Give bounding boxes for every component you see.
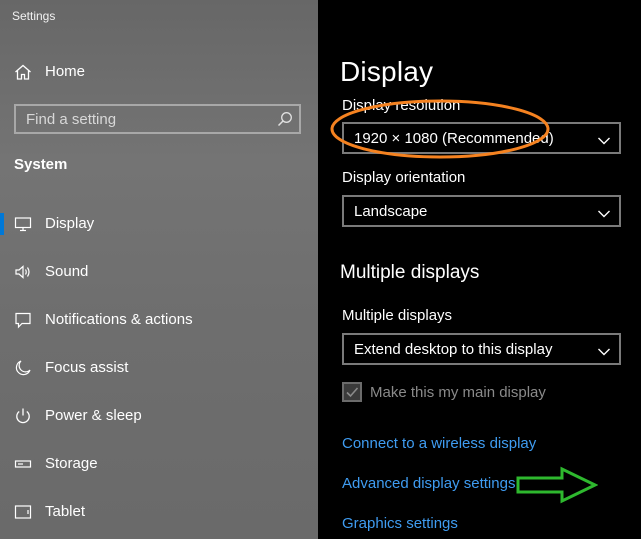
chevron-down-icon bbox=[597, 344, 611, 356]
speaker-icon bbox=[14, 263, 32, 281]
sidebar-item-home[interactable]: Home bbox=[0, 58, 318, 86]
sidebar-item-label: Storage bbox=[45, 455, 98, 472]
annotation-arrow-icon bbox=[516, 466, 598, 504]
sidebar-item-tablet[interactable]: Tablet bbox=[0, 493, 318, 531]
monitor-icon bbox=[14, 215, 32, 233]
sidebar-item-label: Focus assist bbox=[45, 359, 129, 376]
sidebar: Settings Home System Display Sound Notif… bbox=[0, 0, 318, 539]
sidebar-item-power-sleep[interactable]: Power & sleep bbox=[0, 397, 318, 435]
sidebar-item-label: Tablet bbox=[45, 503, 86, 520]
sidebar-item-notifications[interactable]: Notifications & actions bbox=[0, 301, 318, 339]
section-label-system: System bbox=[14, 156, 68, 173]
multiple-displays-heading: Multiple displays bbox=[340, 262, 480, 283]
page-title: Display bbox=[340, 56, 434, 87]
sidebar-item-label: Display bbox=[45, 215, 95, 232]
dropdown-value: Landscape bbox=[354, 203, 428, 220]
power-icon bbox=[14, 407, 32, 425]
app-title: Settings bbox=[12, 9, 56, 23]
search-input[interactable] bbox=[16, 106, 266, 132]
display-orientation-label: Display orientation bbox=[342, 169, 466, 186]
search-icon[interactable] bbox=[277, 111, 293, 127]
sidebar-item-label: Power & sleep bbox=[45, 407, 142, 424]
graphics-settings-link[interactable]: Graphics settings bbox=[342, 515, 458, 532]
storage-icon bbox=[14, 455, 32, 473]
sidebar-item-display[interactable]: Display bbox=[0, 205, 318, 243]
sidebar-item-label: Sound bbox=[45, 263, 89, 280]
main-display-checkbox-row: Make this my main display bbox=[342, 382, 622, 404]
sidebar-item-storage[interactable]: Storage bbox=[0, 445, 318, 483]
sidebar-item-sound[interactable]: Sound bbox=[0, 253, 318, 291]
multiple-displays-label: Multiple displays bbox=[342, 307, 453, 324]
tablet-icon bbox=[14, 503, 32, 521]
main-display-checkbox-label: Make this my main display bbox=[370, 384, 546, 401]
sidebar-item-label: Notifications & actions bbox=[45, 311, 193, 328]
main-panel: Display Display resolution 1920 × 1080 (… bbox=[318, 0, 641, 539]
notification-icon bbox=[14, 311, 32, 329]
home-icon bbox=[14, 64, 32, 80]
moon-icon bbox=[14, 359, 32, 377]
chevron-down-icon bbox=[597, 133, 611, 145]
connect-wireless-display-link[interactable]: Connect to a wireless display bbox=[342, 435, 536, 452]
dropdown-value: Extend desktop to this display bbox=[354, 341, 553, 358]
multiple-displays-dropdown[interactable]: Extend desktop to this display bbox=[342, 333, 621, 365]
annotation-ellipse bbox=[330, 99, 550, 159]
sidebar-item-label: Home bbox=[45, 63, 86, 80]
sidebar-item-focus-assist[interactable]: Focus assist bbox=[0, 349, 318, 387]
advanced-display-settings-link[interactable]: Advanced display settings bbox=[342, 475, 515, 492]
main-display-checkbox[interactable] bbox=[342, 382, 362, 402]
search-box[interactable] bbox=[14, 104, 301, 134]
chevron-down-icon bbox=[597, 206, 611, 218]
display-orientation-dropdown[interactable]: Landscape bbox=[342, 195, 621, 227]
selection-indicator bbox=[0, 213, 4, 235]
